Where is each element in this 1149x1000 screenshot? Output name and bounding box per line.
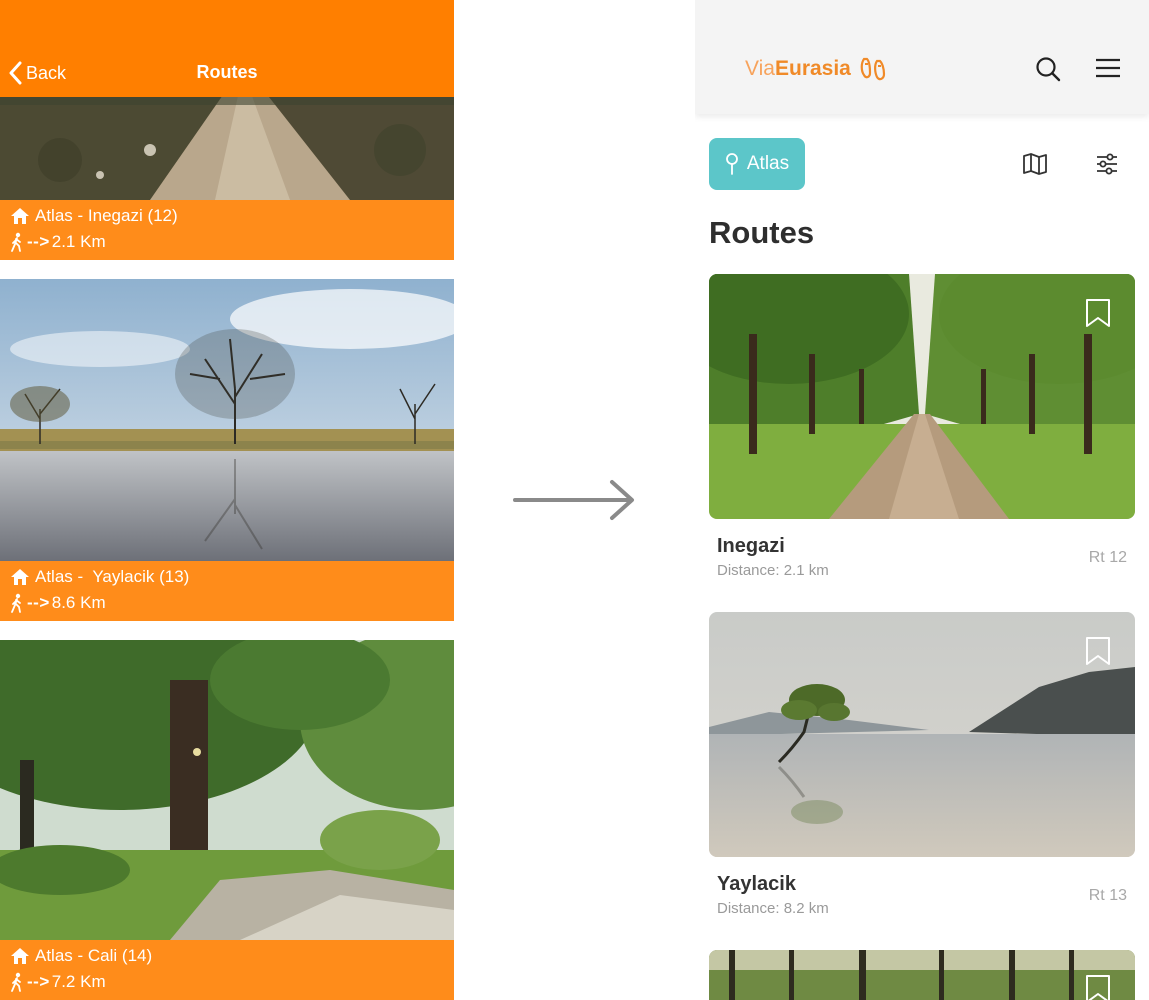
location-pin-icon xyxy=(725,153,738,175)
route-distance: Distance: 2.1 km xyxy=(717,562,829,579)
bookmark-button[interactable] xyxy=(1085,298,1111,333)
distance-arrow: --> xyxy=(27,972,50,991)
map-view-button[interactable] xyxy=(1022,152,1048,181)
route-name: Inegazi xyxy=(717,535,785,557)
walking-person-icon xyxy=(11,593,21,613)
route-name: Yaylacik xyxy=(717,873,796,895)
new-app-screen: Via Eurasia Atlas Routes Inegazi Distanc… xyxy=(695,0,1149,1000)
home-icon xyxy=(11,208,29,224)
filter-sliders-icon xyxy=(1097,153,1117,175)
bookmark-button[interactable] xyxy=(1085,974,1111,1000)
home-icon xyxy=(11,569,29,585)
route-photo-forest xyxy=(709,950,1135,1000)
route-photo-lake-tree xyxy=(709,612,1135,857)
bookmark-icon xyxy=(1086,975,1110,1000)
hamburger-menu-icon xyxy=(1096,58,1120,78)
route-photo-tree-avenue xyxy=(709,274,1135,519)
page-title: Routes xyxy=(196,62,258,82)
route-number: Rt 13 xyxy=(1088,887,1127,904)
logo-text-via: Via xyxy=(745,57,775,80)
route-title: Atlas - Inegazi (12) xyxy=(35,206,178,225)
map-icon xyxy=(1023,153,1047,175)
route-number: Rt 12 xyxy=(1088,549,1127,566)
home-icon xyxy=(11,948,29,964)
route-distance: 8.6 Km xyxy=(51,593,106,612)
location-chip[interactable]: Atlas xyxy=(709,138,805,190)
logo-text-eurasia: Eurasia xyxy=(774,57,851,80)
bookmark-button[interactable] xyxy=(1085,636,1111,671)
new-route-card[interactable]: Yaylacik Distance: 8.2 km Rt 13 xyxy=(709,612,1135,922)
route-photo-forest-path xyxy=(0,640,454,940)
new-app-header: Via Eurasia xyxy=(695,0,1149,114)
route-info-bar: Atlas - Inegazi (12) --> 2.1 Km xyxy=(0,200,454,260)
old-route-card[interactable]: Atlas - Cali (14) --> 7.2 Km xyxy=(0,640,454,1000)
right-arrow-icon xyxy=(512,476,638,531)
route-title: Atlas - Cali (14) xyxy=(35,946,153,965)
section-title: Routes xyxy=(709,215,815,250)
new-route-card[interactable] xyxy=(709,950,1135,1000)
old-app-screen: Back Routes Atlas - Inegazi (12) --> 2.1… xyxy=(0,0,454,1000)
footprints-icon xyxy=(860,57,885,81)
distance-arrow: --> xyxy=(27,593,50,612)
app-logo[interactable]: Via Eurasia xyxy=(745,55,887,83)
route-distance: Distance: 8.2 km xyxy=(717,900,829,917)
route-info-bar: Atlas - Cali (14) --> 7.2 Km xyxy=(0,940,454,1000)
bookmark-icon xyxy=(1086,637,1110,665)
location-chip-label: Atlas xyxy=(746,153,790,174)
route-title: Atlas - Yaylacik (13) xyxy=(35,567,190,586)
old-route-card[interactable]: Atlas - Yaylacik (13) --> 8.6 Km xyxy=(0,279,454,621)
route-distance: 7.2 Km xyxy=(51,972,106,991)
walking-person-icon xyxy=(11,232,21,252)
walking-person-icon xyxy=(11,972,21,992)
route-photo-flooded-tree xyxy=(0,279,454,561)
route-distance: 2.1 Km xyxy=(51,232,106,251)
distance-arrow: --> xyxy=(27,232,50,251)
route-info-bar: Atlas - Yaylacik (13) --> 8.6 Km xyxy=(0,561,454,621)
menu-button[interactable] xyxy=(1095,58,1121,83)
filter-button[interactable] xyxy=(1095,152,1119,181)
old-app-header: Back Routes xyxy=(0,0,454,97)
bookmark-icon xyxy=(1086,299,1110,327)
search-icon xyxy=(1036,57,1061,82)
new-route-card[interactable]: Inegazi Distance: 2.1 km Rt 12 xyxy=(709,274,1135,584)
search-button[interactable] xyxy=(1035,56,1061,87)
